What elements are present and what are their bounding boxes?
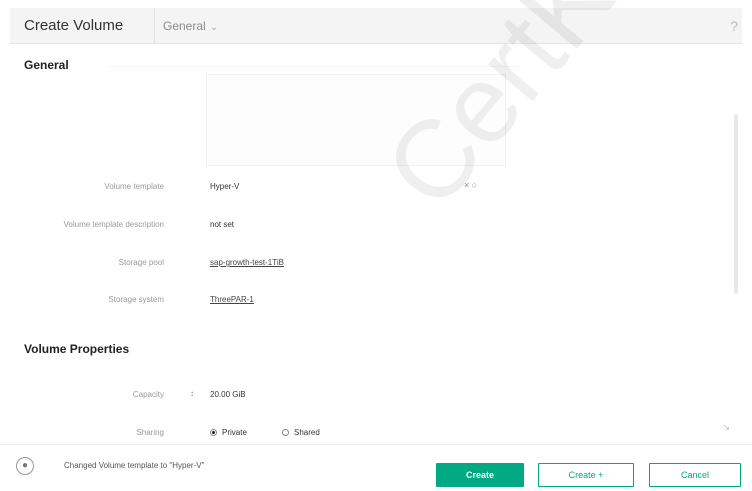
header-divider: [154, 8, 155, 44]
volume-template-value[interactable]: Hyper-V: [210, 182, 239, 191]
storage-system-label: Storage system: [108, 295, 164, 304]
sharing-shared-radio[interactable]: Shared: [282, 428, 320, 437]
storage-pool-label: Storage pool: [118, 258, 164, 267]
section-title-general: General: [24, 58, 69, 72]
volume-template-description-label: Volume template description: [63, 220, 165, 229]
sharing-shared-label: Shared: [294, 428, 320, 437]
capacity-label: Capacity: [132, 390, 164, 399]
clear-icon[interactable]: × ○: [464, 180, 477, 190]
storage-system-link[interactable]: ThreePAR-1: [210, 295, 254, 304]
scrollbar[interactable]: [734, 114, 738, 294]
notification-icon[interactable]: ●: [16, 457, 34, 475]
create-plus-button[interactable]: Create +: [538, 463, 634, 487]
dialog-title: Create Volume: [24, 17, 124, 34]
cancel-button[interactable]: Cancel: [649, 463, 741, 487]
section-title-volume-properties: Volume Properties: [24, 342, 130, 356]
template-preview-area: [206, 74, 506, 166]
dialog-content: General Volume template Hyper-V × ○ Volu…: [10, 44, 742, 444]
section-dropdown-label: General: [163, 19, 206, 33]
sharing-private-label: Private: [222, 428, 247, 437]
volume-template-description-value: not set: [210, 220, 235, 229]
dialog-footer: ● Changed Volume template to "Hyper-V" C…: [0, 444, 752, 491]
volume-template-label: Volume template: [104, 182, 164, 191]
dialog-header: Create Volume General ⌄ ?: [10, 8, 742, 44]
help-icon[interactable]: ?: [730, 18, 738, 34]
resize-handle-icon[interactable]: ↘: [722, 422, 730, 433]
sharing-label: Sharing: [136, 428, 164, 437]
radio-unselected-icon: [282, 429, 289, 437]
section-dropdown[interactable]: General ⌄: [163, 19, 218, 33]
chevron-down-icon: ⌄: [209, 22, 219, 33]
radio-selected-icon: [210, 429, 217, 437]
divider: [110, 66, 520, 67]
create-button[interactable]: Create: [436, 463, 524, 487]
status-message: Changed Volume template to "Hyper-V": [64, 461, 205, 470]
sharing-private-radio[interactable]: Private: [210, 428, 247, 437]
capacity-input[interactable]: 20.00 GiB: [210, 390, 246, 399]
capacity-stepper-icon[interactable]: ↕: [190, 389, 194, 398]
storage-pool-link[interactable]: sap-growth-test-1TiB: [210, 258, 284, 267]
